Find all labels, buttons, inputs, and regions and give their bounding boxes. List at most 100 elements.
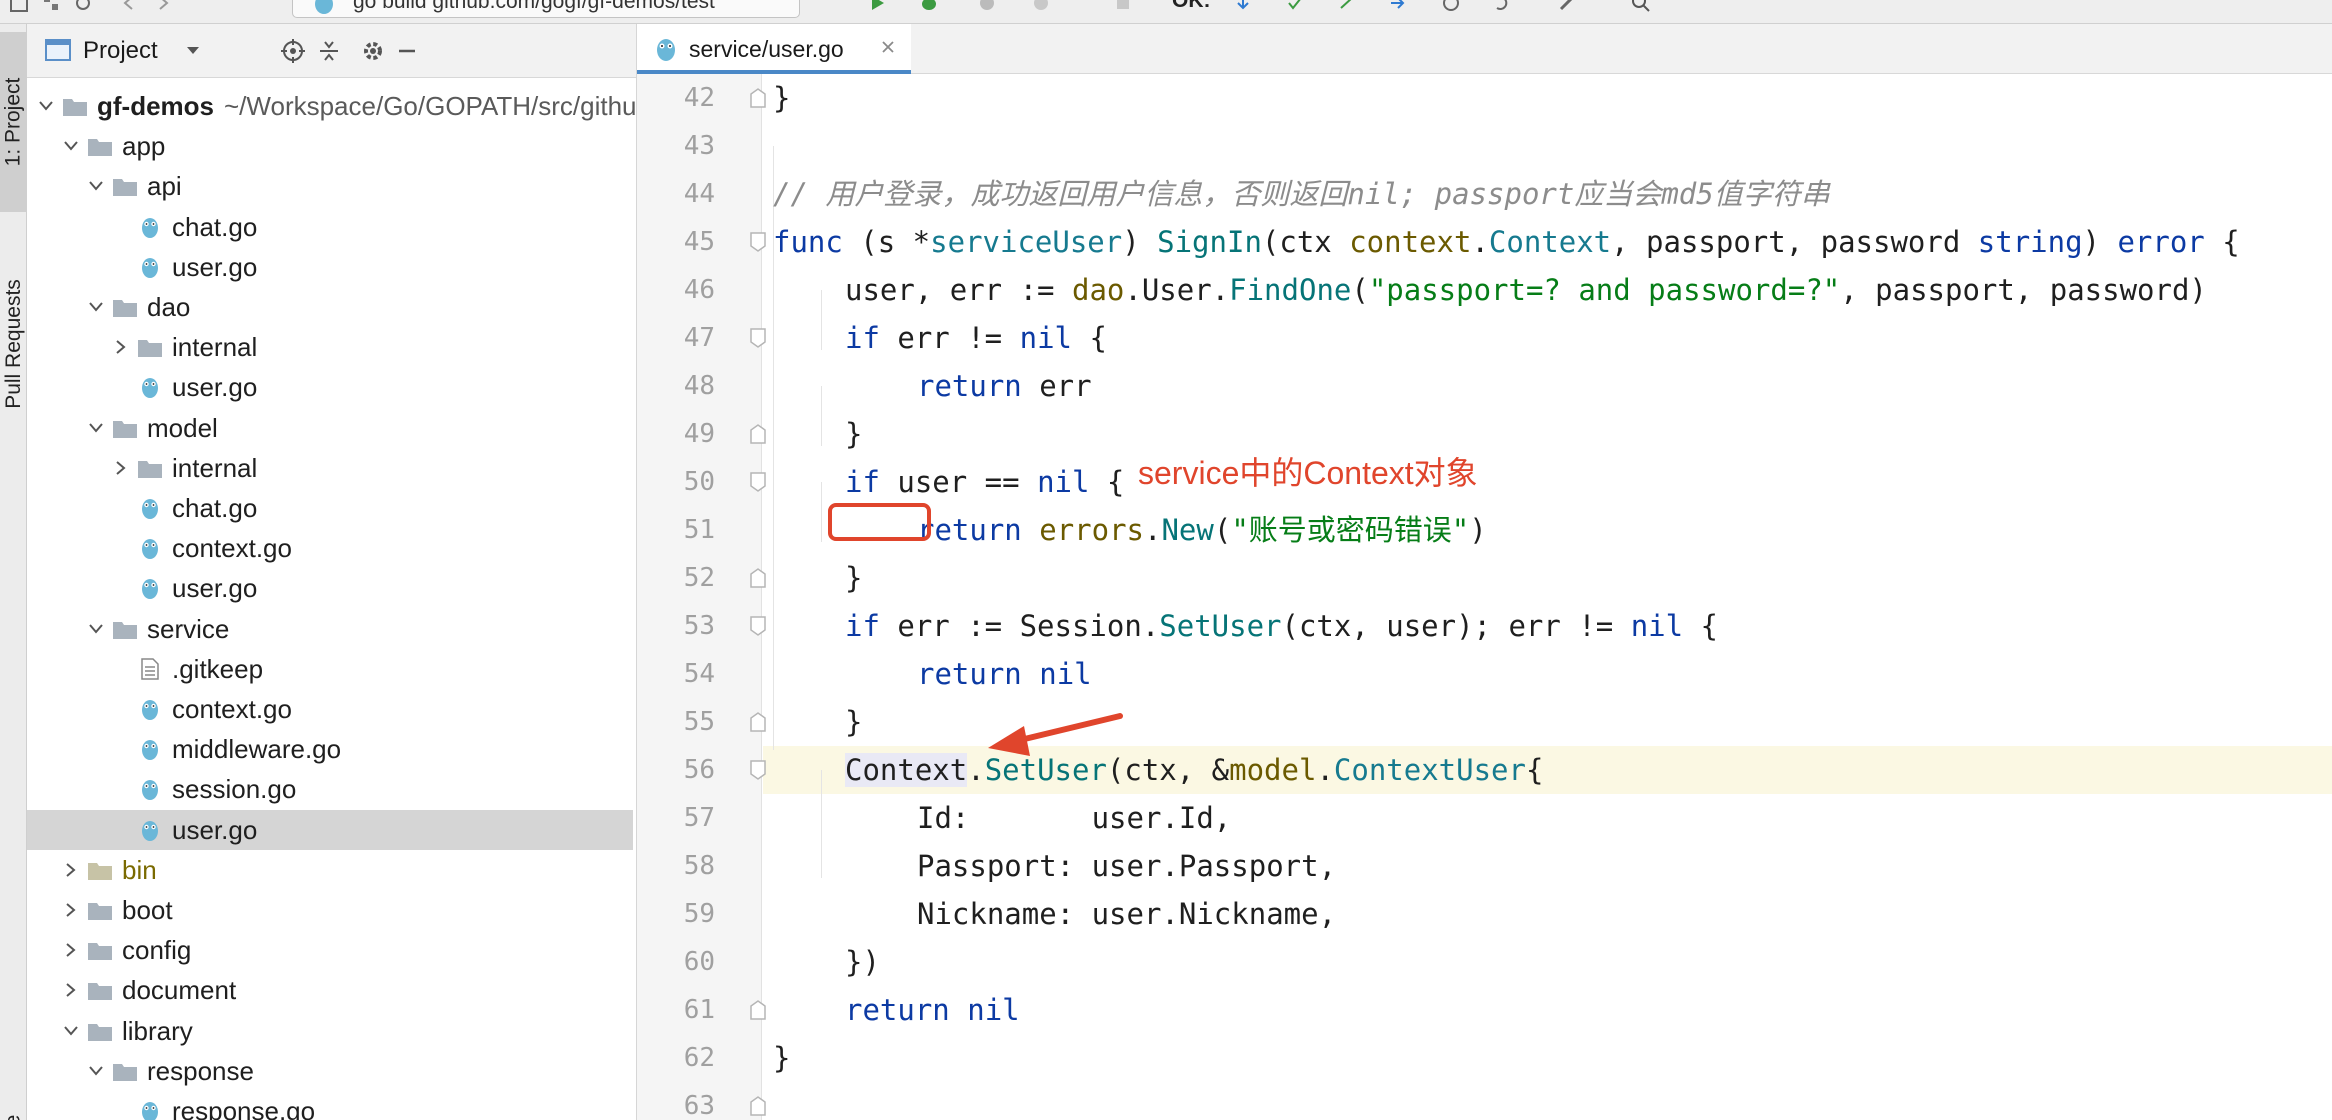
coverage-icon[interactable] <box>976 0 998 14</box>
fold-start-icon[interactable] <box>750 232 766 252</box>
vcs-update-icon[interactable] <box>1232 0 1254 14</box>
tree-file-chat-go[interactable]: chat.go <box>27 488 633 528</box>
code-token: SetUser <box>1159 609 1282 643</box>
chevron-down-icon[interactable] <box>37 97 55 115</box>
back-icon[interactable] <box>118 0 140 14</box>
fold-start-icon[interactable] <box>750 760 766 780</box>
tree-folder-app[interactable]: app <box>27 126 633 166</box>
close-icon[interactable] <box>877 36 899 58</box>
tree-folder-library[interactable]: library <box>27 1011 633 1051</box>
fold-end-icon[interactable] <box>750 568 766 588</box>
tree-file-user-go[interactable]: user.go <box>27 568 633 608</box>
vcs-pull-icon[interactable] <box>1386 0 1408 14</box>
tree-item-label: document <box>122 975 236 1006</box>
chevron-right-icon[interactable] <box>112 338 130 356</box>
fold-end-icon[interactable] <box>750 424 766 444</box>
indent-guide <box>821 386 822 446</box>
tree-folder-response[interactable]: response <box>27 1051 633 1091</box>
chevron-down-icon[interactable] <box>62 137 80 155</box>
code-area[interactable]: 42 43 44 45 46 47 48 49 50 51 52 53 54 5… <box>637 74 2332 1120</box>
tree-folder-bin[interactable]: bin <box>27 850 633 890</box>
tree-folder-dao[interactable]: dao <box>27 287 633 327</box>
run-icon[interactable] <box>866 0 888 14</box>
code-token: context <box>1349 225 1472 259</box>
fold-end-icon[interactable] <box>750 1096 766 1116</box>
project-tool-window-tab[interactable]: 1: Project <box>0 32 27 212</box>
profile-icon[interactable] <box>1030 0 1052 14</box>
code-token: if <box>845 465 880 499</box>
chevron-down-icon[interactable] <box>87 298 105 316</box>
search-everywhere-icon[interactable] <box>1630 0 1652 14</box>
chevron-right-icon[interactable] <box>62 901 80 919</box>
locate-file-icon[interactable] <box>279 37 307 65</box>
hide-panel-icon[interactable] <box>393 37 421 65</box>
debug-icon[interactable] <box>918 0 940 14</box>
tree-folder-boot[interactable]: boot <box>27 890 633 930</box>
fold-start-icon[interactable] <box>750 472 766 492</box>
tree-folder-service[interactable]: service <box>27 609 633 649</box>
chevron-down-icon[interactable] <box>87 177 105 195</box>
tree-file-context-go[interactable]: context.go <box>27 528 633 568</box>
fold-start-icon[interactable] <box>750 616 766 636</box>
tab-service-user-go[interactable]: service/user.go <box>637 24 911 74</box>
tree-folder-internal[interactable]: internal <box>27 448 633 488</box>
tree-folder-internal[interactable]: internal <box>27 327 633 367</box>
stop-icon[interactable] <box>1112 0 1134 14</box>
history-icon[interactable] <box>1440 0 1462 14</box>
tree-file-context-go[interactable]: context.go <box>27 689 633 729</box>
tree-file-user-go[interactable]: user.go <box>27 810 633 850</box>
chevron-down-icon[interactable] <box>62 1022 80 1040</box>
chevron-down-icon[interactable] <box>87 620 105 638</box>
code-token: dao <box>1071 273 1125 307</box>
tree-file--gitkeep[interactable]: .gitkeep <box>27 649 633 689</box>
tree-folder-gf-demos[interactable]: gf-demos ~/Workspace/Go/GOPATH/src/github… <box>27 86 636 126</box>
tree-folder-model[interactable]: model <box>27 408 633 448</box>
tree-item-label: chat.go <box>172 493 257 524</box>
gear-icon[interactable] <box>359 37 387 65</box>
tree-file-user-go[interactable]: user.go <box>27 367 633 407</box>
fold-end-icon[interactable] <box>750 88 766 108</box>
vcs-commit-icon[interactable] <box>1284 0 1306 14</box>
chevron-down-icon[interactable] <box>87 1062 105 1080</box>
line-number: 53 <box>683 611 715 641</box>
chevron-right-icon[interactable] <box>62 861 80 879</box>
tree-file-user-go[interactable]: user.go <box>27 247 633 287</box>
tree-file-middleware-go[interactable]: middleware.go <box>27 729 633 769</box>
save-icon[interactable] <box>8 0 30 14</box>
chevron-down-icon[interactable] <box>185 44 201 62</box>
tree-folder-config[interactable]: config <box>27 930 633 970</box>
run-configuration-selector[interactable]: go build github.com/gogf/gf-demos/test <box>292 0 800 18</box>
project-view-title[interactable]: Project <box>83 37 158 65</box>
fold-end-icon[interactable] <box>750 1000 766 1020</box>
sync-icon[interactable] <box>40 0 62 14</box>
chevron-right-icon[interactable] <box>62 941 80 959</box>
vcs-push-icon[interactable] <box>1336 0 1358 14</box>
collapse-all-icon[interactable] <box>315 37 343 65</box>
tree-file-session-go[interactable]: session.go <box>27 769 633 809</box>
fold-start-icon[interactable] <box>750 328 766 348</box>
structure-tool-window-tab[interactable]: re <box>0 1104 27 1120</box>
refresh-icon[interactable] <box>72 0 94 14</box>
tree-item-label: service <box>147 614 229 645</box>
code-token: nil <box>1019 321 1072 355</box>
tree-folder-api[interactable]: api <box>27 166 633 206</box>
chevron-right-icon[interactable] <box>112 459 130 477</box>
rollback-icon[interactable] <box>1490 0 1512 14</box>
forward-icon[interactable] <box>152 0 174 14</box>
line-number: 63 <box>683 1091 715 1120</box>
chevron-down-icon[interactable] <box>87 419 105 437</box>
annotation-highlight-box <box>828 503 931 541</box>
chevron-right-icon[interactable] <box>62 981 80 999</box>
tree-file-chat-go[interactable]: chat.go <box>27 207 633 247</box>
folder-icon <box>111 617 139 641</box>
build-icon[interactable] <box>1556 0 1578 14</box>
folder-icon <box>86 978 114 1002</box>
tree-folder-document[interactable]: document <box>27 970 633 1010</box>
folder-icon <box>86 1019 114 1043</box>
code-token: return <box>917 513 1022 547</box>
code-line-52: } <box>845 554 862 602</box>
code-token: ( <box>1213 513 1232 547</box>
fold-end-icon[interactable] <box>750 712 766 732</box>
pull-requests-tool-window-tab[interactable]: Pull Requests <box>0 244 27 444</box>
tree-file-response-go[interactable]: response.go <box>27 1091 633 1120</box>
